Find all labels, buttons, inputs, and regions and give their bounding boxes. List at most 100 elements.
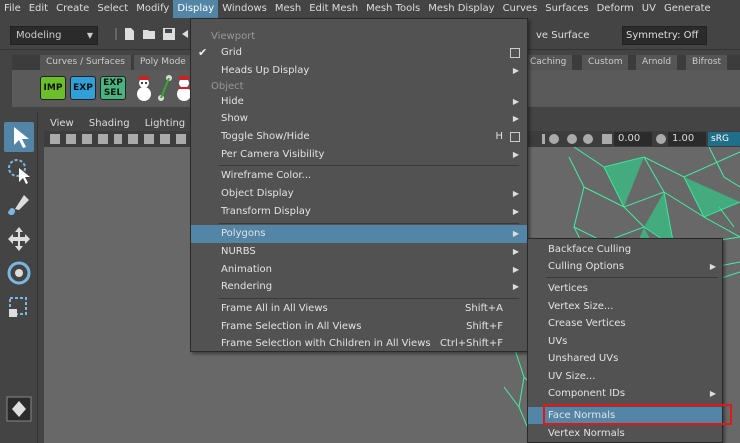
menu-item-label: Grid — [221, 47, 242, 58]
submenu-item-vertices[interactable]: Vertices — [528, 280, 722, 297]
symmetry-label: Symmetry: Off — [626, 30, 699, 41]
submenu-item-uv-size[interactable]: UV Size... — [528, 368, 722, 385]
bone-chain-icon[interactable] — [158, 74, 172, 102]
submenu-item-vertex-size[interactable]: Vertex Size... — [528, 298, 722, 315]
menu-item-nurbs[interactable]: NURBS ▶ — [191, 243, 527, 261]
shelf-tab-poly-mode[interactable]: Poly Mode — [134, 55, 192, 70]
submenu-item-label: UVs — [548, 336, 568, 347]
submenu-arrow-icon: ▶ — [512, 150, 519, 159]
menu-item-frame-all[interactable]: Frame All in All Views Shift+A — [191, 300, 527, 318]
menu-file[interactable]: File — [0, 0, 25, 18]
shelf-grip[interactable] — [0, 55, 12, 107]
menu-item-label: Object Display — [221, 188, 294, 199]
menu-select[interactable]: Select — [93, 0, 132, 18]
shelf-tab-curves-surfaces[interactable]: Curves / Surfaces — [40, 55, 131, 70]
submenu-arrow-icon: ▶ — [512, 229, 519, 238]
rotate-tool[interactable] — [4, 258, 34, 288]
menu-divider — [546, 277, 718, 278]
arrow-cursor-icon — [14, 127, 29, 148]
menu-edit[interactable]: Edit — [25, 0, 52, 18]
submenu-item-culling-options[interactable]: Culling Options ▶ — [528, 258, 722, 275]
submenu-item-label: UV Size... — [548, 371, 596, 382]
menu-item-per-camera-visibility[interactable]: Per Camera Visibility ▶ — [191, 146, 527, 164]
menu-item-label: NURBS — [221, 246, 256, 257]
paint-select-tool[interactable] — [4, 190, 34, 220]
menu-item-rendering[interactable]: Rendering ▶ — [191, 278, 527, 296]
submenu-item-crease-vertices[interactable]: Crease Vertices — [528, 315, 722, 332]
submenu-arrow-icon: ▶ — [512, 282, 519, 291]
new-scene-icon[interactable] — [122, 27, 136, 41]
color-space-badge[interactable]: sRG — [708, 132, 740, 146]
layout-tool[interactable] — [4, 394, 34, 424]
menu-item-object-display[interactable]: Object Display ▶ — [191, 185, 527, 203]
panel-menu-lighting[interactable]: Lighting — [139, 116, 191, 131]
menu-item-show[interactable]: Show ▶ — [191, 110, 527, 128]
shelf-button-exp[interactable]: EXP — [70, 76, 96, 100]
shelf-tab-caching[interactable]: Caching — [524, 55, 573, 70]
shelf-tab-bifrost[interactable]: Bifrost — [686, 55, 728, 70]
option-box-icon[interactable] — [510, 48, 520, 58]
move-tool[interactable] — [4, 224, 34, 254]
menu-item-label: Animation — [221, 264, 272, 275]
menu-item-polygons[interactable]: Polygons ▶ — [191, 225, 527, 243]
menu-item-hide[interactable]: Hide ▶ — [191, 93, 527, 111]
menu-item-toggle-show-hide[interactable]: Toggle Show/Hide H — [191, 128, 527, 146]
select-tool[interactable] — [4, 122, 34, 152]
menu-item-animation[interactable]: Animation ▶ — [191, 261, 527, 279]
menu-windows[interactable]: Windows — [218, 0, 271, 18]
shelf-button-imp[interactable]: IMP — [40, 76, 66, 100]
menu-modify[interactable]: Modify — [132, 0, 173, 18]
section-viewport: Viewport — [211, 31, 256, 42]
submenu-item-uvs[interactable]: UVs — [528, 333, 722, 350]
menu-item-frame-selection-children[interactable]: Frame Selection with Children in All Vie… — [191, 335, 527, 353]
menu-mesh-tools[interactable]: Mesh Tools — [362, 0, 424, 18]
panel-menu-bar: View Shading Lighting — [44, 116, 194, 131]
menu-curves[interactable]: Curves — [499, 0, 542, 18]
menu-item-label: Toggle Show/Hide — [221, 131, 310, 142]
symmetry-dropdown[interactable]: Symmetry: Off — [622, 26, 707, 45]
scale-icon — [9, 297, 27, 317]
submenu-item-unshared-uvs[interactable]: Unshared UVs — [528, 350, 722, 367]
submenu-arrow-icon: ▶ — [512, 265, 519, 274]
panel-menu-shading[interactable]: Shading — [83, 116, 136, 131]
panel-toolbar-right-icons[interactable] — [540, 132, 614, 146]
menu-item-heads-up-display[interactable]: Heads Up Display ▶ — [191, 62, 527, 80]
submenu-item-vertex-normals[interactable]: Vertex Normals — [528, 425, 722, 442]
submenu-item-label: Unshared UVs — [548, 353, 619, 364]
submenu-item-component-ids[interactable]: Component IDs ▶ — [528, 385, 722, 402]
menu-item-frame-selection[interactable]: Frame Selection in All Views Shift+F — [191, 318, 527, 336]
option-box-icon[interactable] — [510, 132, 520, 142]
submenu-item-backface-culling[interactable]: Backface Culling — [528, 241, 722, 258]
submenu-item-label: Backface Culling — [548, 244, 632, 255]
shelf-button-exp-sel[interactable]: EXP SEL — [100, 76, 126, 100]
scale-tool[interactable] — [4, 292, 34, 322]
shelf-tab-custom[interactable]: Custom — [582, 55, 629, 70]
toolbox — [0, 112, 38, 443]
menu-surfaces[interactable]: Surfaces — [541, 0, 592, 18]
lasso-tool[interactable] — [4, 156, 34, 186]
menu-edit-mesh[interactable]: Edit Mesh — [305, 0, 362, 18]
menu-item-transform-display[interactable]: Transform Display ▶ — [191, 203, 527, 221]
panel-toolbar-icons[interactable] — [48, 132, 188, 146]
menu-item-shortcut: Ctrl+Shift+F — [439, 338, 503, 349]
gamma-field[interactable]: 1.00 — [668, 132, 706, 146]
menu-display[interactable]: Display — [173, 0, 219, 18]
exposure-field[interactable]: 0.00 — [614, 132, 652, 146]
menu-generate[interactable]: Generate — [660, 0, 715, 18]
snowman-icon[interactable] — [132, 74, 156, 102]
shelf-tab-arnold[interactable]: Arnold — [636, 55, 678, 70]
menu-mesh-display[interactable]: Mesh Display — [424, 0, 498, 18]
live-surface-label[interactable]: ve Surface — [536, 27, 589, 45]
open-scene-icon[interactable] — [142, 27, 156, 41]
menu-item-label: Heads Up Display — [221, 65, 310, 76]
menu-deform[interactable]: Deform — [593, 0, 638, 18]
menu-create[interactable]: Create — [52, 0, 93, 18]
menu-item-wireframe-color[interactable]: Wireframe Color... — [191, 167, 527, 185]
menu-mesh[interactable]: Mesh — [271, 0, 305, 18]
save-scene-icon[interactable] — [162, 27, 176, 41]
menu-uv[interactable]: UV — [638, 0, 660, 18]
lasso-icon — [8, 159, 30, 184]
mode-dropdown[interactable]: Modeling ▼ — [10, 26, 98, 45]
panel-menu-view[interactable]: View — [44, 116, 80, 131]
menu-item-grid[interactable]: ✔ Grid — [191, 44, 527, 62]
